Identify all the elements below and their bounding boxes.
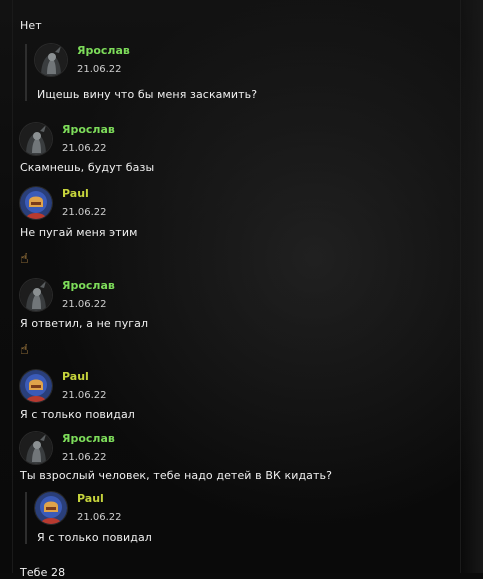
chat-message: Paul 21.06.22 Я с только повидал — [20, 370, 460, 421]
message-date: 21.06.22 — [77, 64, 122, 75]
avatar-yaroslav[interactable] — [35, 44, 67, 76]
quoted-message[interactable]: Ярослав 21.06.22 Ищешь вину что бы меня … — [25, 44, 460, 101]
chat-message: Paul 21.06.22 Не пугай меня этим ☝ — [20, 187, 460, 267]
avatar-paul[interactable] — [20, 187, 52, 219]
message-date: 21.06.22 — [62, 143, 107, 154]
message-date: 21.06.22 — [62, 390, 107, 401]
pointing-up-emoji-icon: ☝ — [20, 251, 29, 267]
message-text: Нет — [20, 19, 42, 32]
author-name[interactable]: Ярослав — [62, 432, 115, 446]
dark-hooded-figure-avatar-icon — [20, 432, 52, 464]
message-date: 21.06.22 — [62, 299, 107, 310]
chat-log: Нет Ярослав 21.06.22 Ищешь вину что бы м… — [20, 14, 460, 579]
avatar-yaroslav[interactable] — [20, 123, 52, 155]
blue-knight-avatar-icon — [35, 492, 67, 524]
avatar-paul[interactable] — [20, 370, 52, 402]
chat-message: Ярослав 21.06.22 Скамнешь, будут базы — [20, 123, 460, 174]
message-text: Я с только повидал — [20, 408, 135, 421]
message-date: 21.06.22 — [77, 512, 122, 523]
avatar-yaroslav[interactable] — [20, 279, 52, 311]
quoted-message[interactable]: Paul 21.06.22 Я с только повидал — [25, 492, 460, 544]
chat-message: Ярослав 21.06.22 Ты взрослый человек, те… — [20, 432, 460, 544]
dark-hooded-figure-avatar-icon — [20, 279, 52, 311]
chat-message: Ярослав 21.06.22 Я ответил, а не пугал ☝ — [20, 279, 460, 358]
author-name[interactable]: Paul — [62, 370, 107, 384]
message-text: Я ответил, а не пугал — [20, 317, 149, 330]
message-text: Не пугай меня этим — [20, 226, 138, 239]
quoted-text: Я с только повидал — [37, 531, 152, 544]
author-name[interactable]: Ярослав — [62, 123, 115, 137]
avatar-paul[interactable] — [35, 492, 67, 524]
author-name[interactable]: Paul — [62, 187, 107, 201]
message-text: Ты взрослый человек, тебе надо детей в В… — [20, 469, 333, 482]
blue-knight-avatar-icon — [20, 370, 52, 402]
avatar-yaroslav[interactable] — [20, 432, 52, 464]
message-date: 21.06.22 — [62, 452, 107, 463]
quoted-text: Ищешь вину что бы меня заскамить? — [37, 88, 258, 101]
dark-hooded-figure-avatar-icon — [35, 44, 67, 76]
blue-knight-avatar-icon — [20, 187, 52, 219]
dark-hooded-figure-avatar-icon — [20, 123, 52, 155]
message-text: Скамнешь, будут базы — [20, 161, 155, 174]
author-name[interactable]: Ярослав — [77, 44, 130, 58]
author-name[interactable]: Paul — [77, 492, 122, 506]
message-date: 21.06.22 — [62, 207, 107, 218]
pointing-up-emoji-icon: ☝ — [20, 342, 29, 358]
right-panel-edge — [460, 0, 483, 573]
author-name[interactable]: Ярослав — [62, 279, 115, 293]
